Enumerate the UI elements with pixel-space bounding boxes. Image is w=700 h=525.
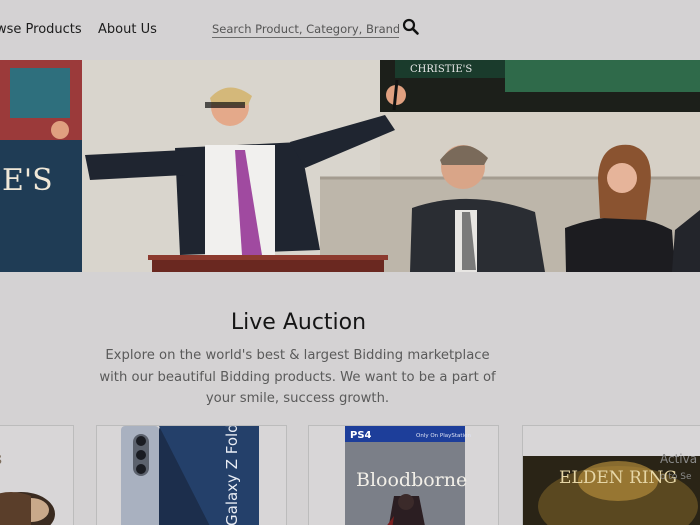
nav-about-us[interactable]: About Us xyxy=(98,22,157,37)
ps4-logo-text: PS4 xyxy=(350,430,372,441)
auction-room-illustration: E'S CHRISTIE'S xyxy=(0,60,700,272)
product-card-artwork[interactable]: s xyxy=(0,425,74,525)
platform-note: Only On PlayStation xyxy=(416,433,471,439)
search-bar xyxy=(212,18,399,39)
game-title-text: Bloodborne xyxy=(356,469,467,491)
phone-screen-text: Galaxy Z Fold5 xyxy=(223,426,241,525)
watermark-line-1: Activa xyxy=(660,452,698,466)
poster-text: E'S xyxy=(2,163,53,198)
product-card-phone[interactable]: Galaxy Z Fold5 xyxy=(96,425,287,525)
svg-text:s: s xyxy=(0,448,2,469)
os-activation-watermark: Activa o to Se xyxy=(660,450,697,486)
product-card-bloodborne[interactable]: PS4 Only On PlayStation Bloodborne xyxy=(308,425,499,525)
search-input[interactable] xyxy=(212,19,399,39)
hero-banner-image: E'S CHRISTIE'S xyxy=(0,60,700,272)
live-auction-title: Live Auction xyxy=(230,310,367,335)
galaxy-fold-phone-image: Galaxy Z Fold5 xyxy=(97,426,286,525)
screen-banner-text: CHRISTIE'S xyxy=(410,64,472,75)
site-header: wse Products About Us xyxy=(0,0,700,60)
nav-browse-products[interactable]: wse Products xyxy=(0,22,82,37)
bloodborne-cover-image: PS4 Only On PlayStation Bloodborne xyxy=(309,426,498,525)
live-auction-description: Explore on the world's best & largest Bi… xyxy=(99,348,496,406)
search-icon[interactable] xyxy=(402,18,420,36)
artwork-image: s xyxy=(0,426,73,525)
watermark-line-2: o to Se xyxy=(660,472,692,482)
